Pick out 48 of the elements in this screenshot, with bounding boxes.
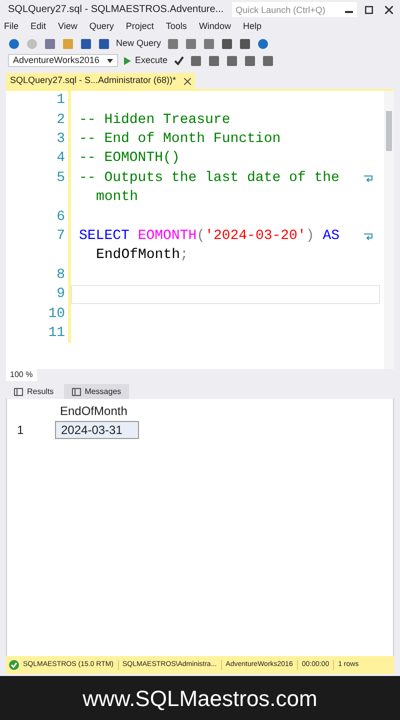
close-icon[interactable] — [384, 6, 393, 14]
code-line: month — [96, 188, 138, 208]
quick-launch-field[interactable]: Quick Launch (Ctrl+Q) — [232, 2, 357, 17]
website-url: www.SQLMaestros.com — [82, 684, 318, 712]
close-icon[interactable] — [184, 78, 192, 84]
database-dropdown[interactable]: AdventureWorks2016 — [8, 54, 118, 67]
menu-item[interactable]: Tools — [166, 20, 187, 34]
code-line: -- Outputs the last date of the — [79, 168, 340, 188]
dropdown-arrow-icon — [107, 58, 113, 62]
menu-item[interactable]: Window — [198, 20, 231, 34]
line-number: 4 — [56, 149, 65, 168]
code-line: -- EOMONTH() — [79, 149, 180, 168]
line-number: 10 — [48, 304, 65, 324]
code-line: -- Hidden Treasure — [79, 110, 230, 130]
menu-item[interactable]: Help — [242, 20, 262, 34]
execute-button[interactable]: Execute — [124, 54, 168, 68]
line-number: 9 — [56, 285, 65, 304]
vertical-scrollbar[interactable] — [384, 91, 394, 369]
column-header: EndOfMonth — [59, 403, 128, 420]
document-tab[interactable]: SQLQuery27.sql - S...Administrator (68))* — [6, 73, 196, 89]
line-number: 7 — [56, 226, 65, 246]
line-number: 8 — [56, 266, 65, 285]
menu-item[interactable]: Edit — [30, 20, 46, 34]
code-editor[interactable]: 1 2 -- Hidden Treasure 3 -- End of Month Function 4 -- EOMONTH() 5 -- Outputs the last date of the month 6 7 SELECT EOMONTH('2024-03-20') AS EndOfMonth; 8 9 10 11 — [6, 91, 394, 369]
line-number: 2 — [56, 110, 65, 130]
window-title: SQLQuery27.sql - SQLMAESTROS.Adventure... — [8, 3, 224, 17]
zoom-dropdown[interactable]: 100 % — [6, 369, 37, 381]
menu-item[interactable]: Query — [89, 20, 114, 34]
line-number: 11 — [48, 324, 65, 343]
word-wrap-icon — [364, 174, 374, 182]
results-tab[interactable]: Messages — [64, 384, 130, 399]
menu-item[interactable]: File — [4, 20, 19, 34]
menu-item[interactable]: View — [58, 20, 78, 34]
code-line: EndOfMonth; — [96, 246, 188, 266]
table-cell[interactable]: 2024-03-31 — [55, 420, 139, 438]
code-line: SELECT EOMONTH('2024-03-20') AS — [79, 226, 340, 246]
row-number: 1 — [16, 422, 25, 438]
menu-item[interactable]: Project — [126, 20, 154, 34]
maximize-icon[interactable] — [364, 6, 373, 14]
word-wrap-icon — [364, 232, 374, 240]
check-icon[interactable] — [174, 56, 184, 66]
line-number: 5 — [56, 168, 65, 188]
play-icon — [124, 56, 131, 64]
new-query-button[interactable]: New Query — [116, 36, 162, 50]
line-number: 3 — [56, 130, 65, 149]
line-number: 1 — [56, 91, 65, 110]
line-number: 6 — [56, 208, 65, 227]
code-line: -- End of Month Function — [79, 130, 281, 149]
